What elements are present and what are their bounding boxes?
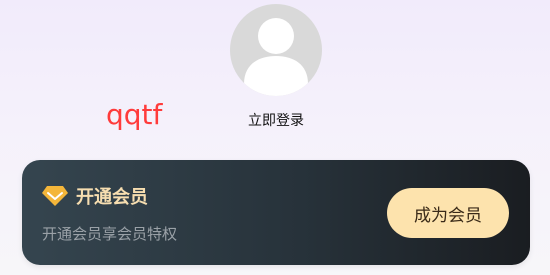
username-text: qqtf: [106, 98, 163, 131]
default-avatar-icon: [244, 18, 308, 96]
vip-subtitle: 开通会员享会员特权: [42, 225, 178, 243]
vip-card: 开通会员 开通会员享会员特权 成为会员: [22, 160, 530, 265]
avatar[interactable]: [230, 4, 322, 96]
vip-title: 开通会员: [76, 187, 148, 208]
login-link[interactable]: 立即登录: [226, 110, 326, 130]
diamond-icon: [42, 186, 68, 206]
become-member-button[interactable]: 成为会员: [387, 188, 509, 238]
